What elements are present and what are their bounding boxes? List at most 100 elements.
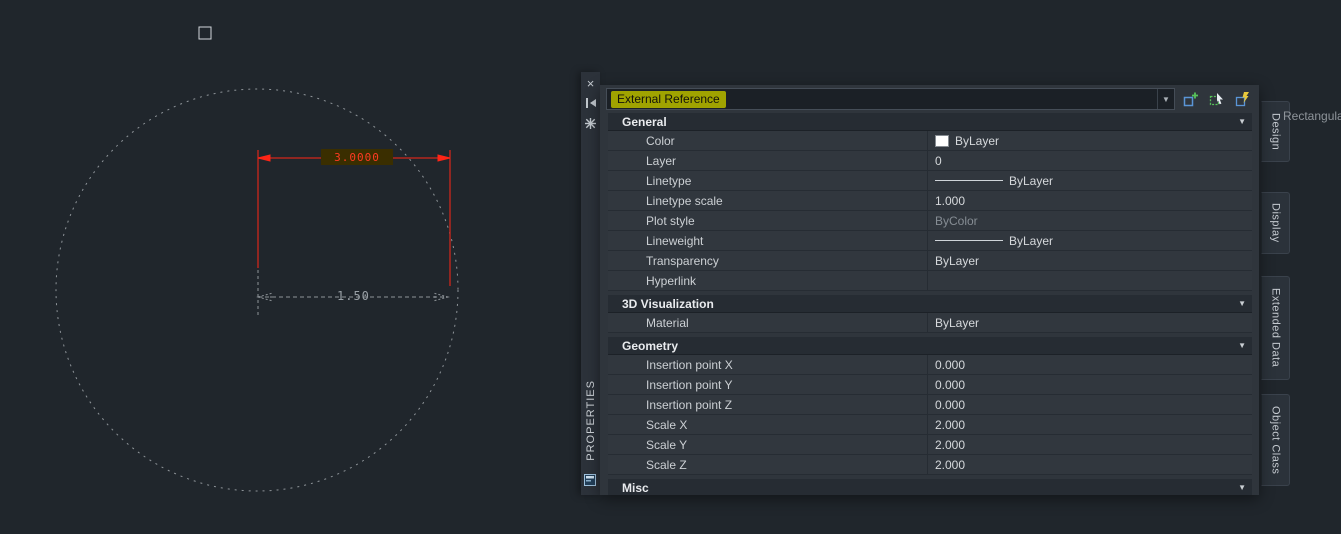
chevron-down-icon: ▼	[1238, 483, 1246, 492]
section-title: Geometry	[622, 338, 679, 353]
transparency-value-cell[interactable]: ByLayer	[928, 251, 1252, 270]
autocad-window: 3.0000 1.50 Rectangular Sn × PROPERTIES	[0, 0, 1341, 534]
hyperlink-value-cell[interactable]	[928, 271, 1252, 290]
object-type-dropdown[interactable]: External Reference ▼	[606, 88, 1175, 110]
property-label: Linetype scale	[608, 191, 928, 210]
property-value: 2.000	[935, 417, 966, 432]
property-value: 2.000	[935, 437, 966, 452]
toggle-pickadd-button[interactable]	[1181, 89, 1201, 109]
auto-hide-button[interactable]	[581, 94, 600, 112]
linetype-sample	[935, 180, 1003, 181]
property-label: Scale Z	[608, 455, 928, 474]
property-row: Material ByLayer	[608, 313, 1252, 333]
property-value: 1.000	[935, 193, 966, 208]
properties-grid: General ▼ Color ByLayer Layer 0 Linetype	[608, 113, 1252, 495]
property-row: Insertion point Z 0.000	[608, 395, 1252, 415]
object-type-value: External Reference	[611, 90, 726, 108]
property-value: ByLayer	[955, 133, 1000, 148]
property-row: Plot style ByColor	[608, 211, 1252, 231]
properties-palette: External Reference ▼ General ▼ Color ByL…	[600, 85, 1259, 495]
property-value: ByLayer	[935, 253, 980, 268]
close-button[interactable]: ×	[581, 74, 600, 92]
palette-settings-button[interactable]	[581, 114, 600, 132]
color-value-cell[interactable]: ByLayer	[928, 131, 1252, 150]
palette-icon	[584, 473, 596, 491]
toggle-pickadd-icon	[1183, 92, 1198, 107]
settings-icon	[585, 117, 596, 129]
property-value: 0	[935, 153, 942, 168]
scale-x-value-cell[interactable]: 2.000	[928, 415, 1252, 434]
property-label: Scale X	[608, 415, 928, 434]
layer-value-cell[interactable]: 0	[928, 151, 1252, 170]
linetype-scale-value-cell[interactable]: 1.000	[928, 191, 1252, 210]
section-header-geometry[interactable]: Geometry ▼	[608, 337, 1252, 355]
linetype-value-cell[interactable]: ByLayer	[928, 171, 1252, 190]
property-row: Lineweight ByLayer	[608, 231, 1252, 251]
property-row: Color ByLayer	[608, 131, 1252, 151]
select-objects-button[interactable]	[1207, 89, 1227, 109]
property-label: Plot style	[608, 211, 928, 230]
property-label: Scale Y	[608, 435, 928, 454]
property-row: Linetype ByLayer	[608, 171, 1252, 191]
section-header-misc[interactable]: Misc ▼	[608, 479, 1252, 495]
tab-extended-data[interactable]: Extended Data	[1261, 276, 1290, 380]
scale-z-value-cell[interactable]: 2.000	[928, 455, 1252, 474]
close-icon: ×	[586, 75, 595, 91]
tab-design[interactable]: Design	[1261, 101, 1290, 162]
insertion-z-value-cell[interactable]: 0.000	[928, 395, 1252, 414]
property-label: Material	[608, 313, 928, 332]
select-objects-icon	[1209, 93, 1223, 106]
property-row: Transparency ByLayer	[608, 251, 1252, 271]
property-row: Scale Y 2.000	[608, 435, 1252, 455]
property-label: Layer	[608, 151, 928, 170]
color-swatch	[935, 134, 949, 147]
quick-select-button[interactable]	[1233, 89, 1253, 109]
dimension-text-linear[interactable]: 3.0000	[321, 149, 393, 165]
property-row: Insertion point X 0.000	[608, 355, 1252, 375]
linear-dimension[interactable]	[257, 150, 451, 286]
property-row: Scale X 2.000	[608, 415, 1252, 435]
property-label: Linetype	[608, 171, 928, 190]
lineweight-value-cell[interactable]: ByLayer	[928, 231, 1252, 250]
property-value: ByLayer	[1009, 173, 1054, 188]
property-row: Layer 0	[608, 151, 1252, 171]
property-row: Scale Z 2.000	[608, 455, 1252, 475]
property-value: 2.000	[935, 457, 966, 472]
lineweight-sample	[935, 240, 1003, 241]
insertion-y-value-cell[interactable]: 0.000	[928, 375, 1252, 394]
properties-palette-rail: × PROPERTIES	[581, 72, 600, 495]
property-label: Color	[608, 131, 928, 150]
section-title: Misc	[622, 480, 649, 495]
tab-display[interactable]: Display	[1261, 192, 1290, 254]
tab-object-class[interactable]: Object Class	[1261, 394, 1290, 486]
section-title: 3D Visualization	[622, 296, 714, 311]
property-value: 0.000	[935, 397, 966, 412]
chevron-down-icon: ▼	[1238, 299, 1246, 308]
palette-title: PROPERTIES	[584, 380, 597, 461]
property-label: Insertion point X	[608, 355, 928, 374]
scale-y-value-cell[interactable]: 2.000	[928, 435, 1252, 454]
selected-circle[interactable]	[55, 88, 459, 492]
property-row: Linetype scale 1.000	[608, 191, 1252, 211]
plot-style-value-cell: ByColor	[928, 211, 1252, 230]
property-label: Hyperlink	[608, 271, 928, 290]
property-value: ByColor	[935, 213, 978, 228]
insertion-x-value-cell[interactable]: 0.000	[928, 355, 1252, 374]
material-value-cell[interactable]: ByLayer	[928, 313, 1252, 332]
property-value: 0.000	[935, 357, 966, 372]
property-label: Lineweight	[608, 231, 928, 250]
chevron-down-icon[interactable]: ▼	[1157, 89, 1174, 109]
section-header-3d-visualization[interactable]: 3D Visualization ▼	[608, 295, 1252, 313]
auto-hide-icon	[585, 98, 596, 108]
property-value: ByLayer	[1009, 233, 1054, 248]
property-value: ByLayer	[935, 315, 980, 330]
section-title: General	[622, 114, 667, 129]
quick-select-icon	[1235, 92, 1249, 107]
dimension-text-radius[interactable]: 1.50	[334, 289, 373, 303]
chevron-down-icon: ▼	[1238, 341, 1246, 350]
property-label: Insertion point Z	[608, 395, 928, 414]
selection-grip-square[interactable]	[198, 26, 212, 40]
section-header-general[interactable]: General ▼	[608, 113, 1252, 131]
property-label: Insertion point Y	[608, 375, 928, 394]
property-value: 0.000	[935, 377, 966, 392]
